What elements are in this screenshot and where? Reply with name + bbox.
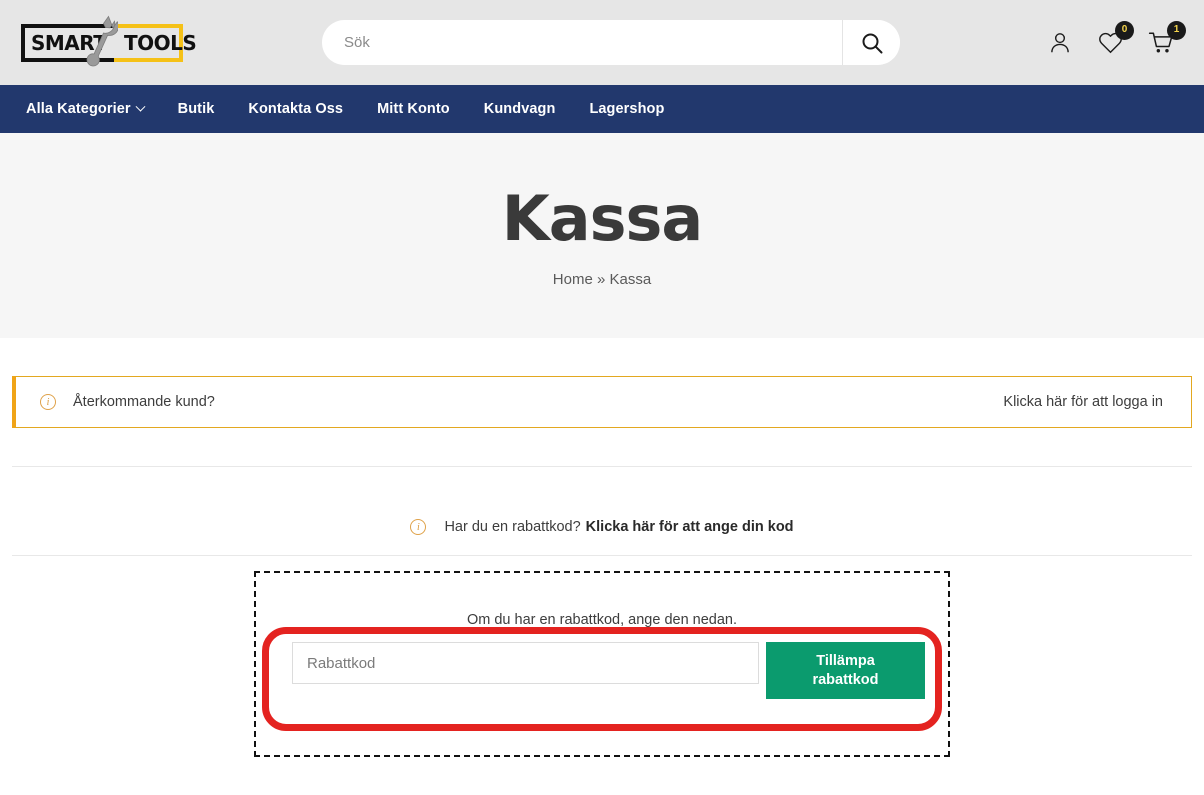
nav-label: Lagershop: [589, 101, 665, 117]
header-actions: 0 1: [1047, 20, 1190, 56]
nav-item-lagershop[interactable]: Lagershop: [583, 97, 670, 121]
nav-label: Alla Kategorier: [26, 101, 131, 117]
wrench-icon: [86, 15, 118, 66]
breadcrumb-current: Kassa: [609, 271, 652, 288]
search-input[interactable]: [322, 20, 842, 65]
search-bar[interactable]: [322, 20, 900, 65]
nav-item-kundvagn[interactable]: Kundvagn: [478, 97, 562, 121]
site-header: SMART TOOLS 0: [0, 0, 1204, 85]
checkout-content: i Återkommande kund? Klicka här för att …: [0, 376, 1204, 757]
search-icon: [862, 33, 882, 53]
main-navigation: Alla Kategorier Butik Kontakta Oss Mitt …: [0, 85, 1204, 133]
returning-customer-notice: i Återkommande kund? Klicka här för att …: [12, 376, 1192, 428]
user-icon: [1051, 32, 1069, 52]
returning-customer-label: Återkommande kund?: [73, 394, 215, 410]
breadcrumb: Home » Kassa: [553, 271, 651, 288]
coupon-form: Tillämpa rabattkod: [292, 642, 925, 699]
site-logo[interactable]: SMART TOOLS: [14, 14, 197, 72]
page-title: Kassa: [501, 182, 704, 255]
wishlist-link[interactable]: 0: [1097, 20, 1134, 56]
account-link[interactable]: [1047, 30, 1073, 56]
chevron-down-icon: [135, 101, 146, 112]
cart-count-badge: 1: [1167, 20, 1186, 40]
cart-link[interactable]: 1: [1148, 20, 1186, 56]
coupon-hint-text: Om du har en rabattkod, ange den nedan.: [466, 612, 738, 628]
coupon-toggle-link[interactable]: Klicka här för att ange din kod: [586, 519, 794, 535]
login-link[interactable]: Klicka här för att logga in: [1003, 394, 1163, 410]
nav-label: Kontakta Oss: [248, 101, 344, 117]
nav-item-alla-kategorier[interactable]: Alla Kategorier: [20, 97, 150, 121]
coupon-code-input[interactable]: [292, 642, 759, 684]
coupon-notice: i Har du en rabattkod? Klicka här för at…: [0, 499, 1204, 555]
page-hero: Kassa Home » Kassa: [0, 133, 1204, 338]
divider-above-coupon-notice: [12, 466, 1192, 467]
nav-label: Kundvagn: [483, 101, 556, 117]
apply-coupon-button[interactable]: Tillämpa rabattkod: [766, 642, 925, 699]
apply-coupon-label-line2: rabattkod: [812, 671, 879, 688]
coupon-form-panel: Om du har en rabattkod, ange den nedan. …: [254, 571, 950, 757]
wishlist-count-badge: 0: [1115, 20, 1134, 40]
nav-item-kontakta-oss[interactable]: Kontakta Oss: [242, 97, 349, 121]
apply-coupon-label-line1: Tillämpa: [816, 652, 875, 669]
nav-item-butik[interactable]: Butik: [172, 97, 221, 121]
breadcrumb-separator: »: [596, 271, 606, 288]
info-icon: i: [410, 519, 427, 535]
breadcrumb-home[interactable]: Home: [553, 271, 593, 288]
divider-below-coupon-notice: [12, 555, 1192, 556]
logo-word-tools: TOOLS: [124, 30, 197, 55]
nav-label: Mitt Konto: [377, 101, 450, 117]
info-icon: i: [40, 394, 56, 410]
nav-item-mitt-konto[interactable]: Mitt Konto: [371, 97, 456, 121]
search-button[interactable]: [842, 20, 900, 65]
coupon-notice-label: Har du en rabattkod?: [444, 519, 581, 535]
nav-label: Butik: [177, 101, 215, 117]
